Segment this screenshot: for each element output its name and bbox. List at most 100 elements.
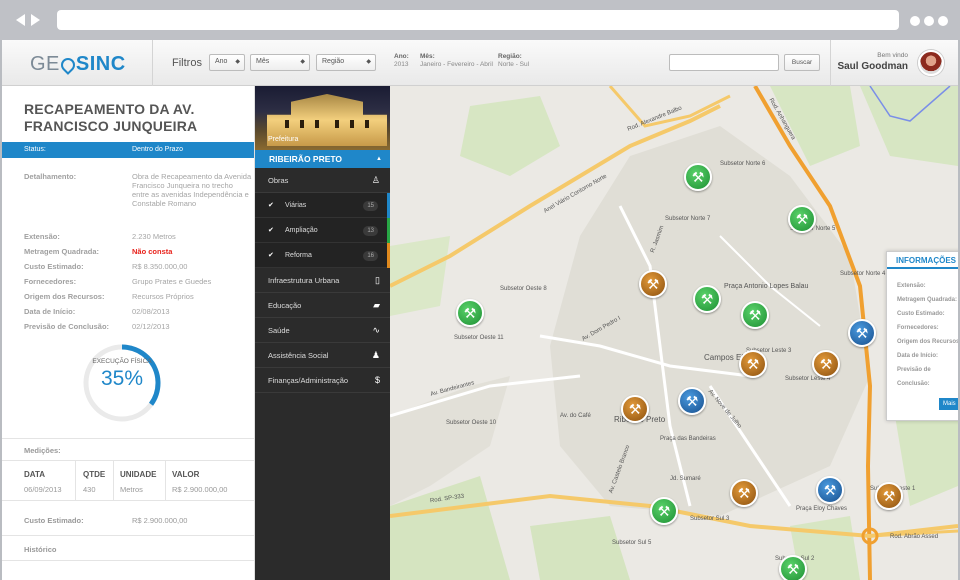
menu-item-label: Infraestrutura Urbana bbox=[268, 276, 340, 285]
filter-month-info: Mês: Janeiro - Fevereiro - Abril bbox=[420, 53, 493, 68]
user-name[interactable]: Saul Goodman bbox=[837, 61, 908, 72]
divider bbox=[2, 438, 254, 439]
map-marker-green[interactable]: ⚒ bbox=[788, 205, 816, 233]
people-icon: ♟ bbox=[371, 350, 380, 360]
map-label: Subsetor Sul 5 bbox=[612, 540, 652, 546]
submenu-label: Reforma bbox=[285, 252, 312, 259]
map-marker-orange[interactable]: ⚒ bbox=[730, 479, 758, 507]
year-select-value: Ano bbox=[215, 58, 228, 65]
map-marker-orange[interactable]: ⚒ bbox=[739, 350, 767, 378]
table-header: VALOR bbox=[172, 470, 200, 479]
map-marker-green[interactable]: ⚒ bbox=[779, 555, 807, 580]
more-button[interactable]: Mais bbox=[939, 398, 958, 410]
info-panel-title: INFORMAÇÕES bbox=[887, 252, 958, 269]
info-field-label: Extensão: bbox=[897, 283, 926, 289]
user-welcome: Bem vindo Saul Goodman bbox=[837, 52, 908, 72]
map-label: Praça das Bandeiras bbox=[660, 436, 716, 442]
menu-item-saude[interactable]: Saúde ∿ bbox=[255, 318, 390, 343]
heartbeat-icon: ∿ bbox=[372, 325, 380, 335]
window-shape bbox=[285, 120, 289, 128]
map-marker-green[interactable]: ⚒ bbox=[456, 299, 484, 327]
divider bbox=[2, 500, 254, 501]
map-marker-green[interactable]: ⚒ bbox=[650, 497, 678, 525]
table-cell: 430 bbox=[83, 485, 96, 494]
map-marker-blue[interactable]: ⚒ bbox=[848, 319, 876, 347]
divider bbox=[830, 40, 831, 86]
historico-label: Histórico bbox=[24, 545, 57, 554]
menu-item-label: Obras bbox=[268, 176, 289, 185]
menu-item-obras[interactable]: Obras ♙ bbox=[255, 168, 390, 193]
status-bar: Status: Dentro do Prazo bbox=[2, 142, 254, 158]
city-name: RIBEIRÃO PRETO bbox=[269, 154, 343, 164]
check-icon: ✔ bbox=[268, 252, 274, 259]
submenu-item-reforma[interactable]: ✔ Reforma 16 bbox=[255, 243, 390, 268]
logo-geo: GE bbox=[30, 53, 60, 75]
map-label: Subsetor Oeste 8 bbox=[500, 286, 547, 292]
submenu-label: Viárias bbox=[285, 202, 307, 209]
filter-year-info: Ano: 2013 bbox=[394, 53, 409, 68]
map-marker-orange[interactable]: ⚒ bbox=[639, 270, 667, 298]
browser-menu-icon[interactable] bbox=[910, 16, 948, 26]
cup-icon: ▯ bbox=[375, 275, 380, 285]
map-marker-blue[interactable]: ⚒ bbox=[678, 387, 706, 415]
map-label: Subsetor Oeste 11 bbox=[454, 335, 504, 341]
search-input[interactable] bbox=[669, 54, 779, 71]
category-menu: RIBEIRÃO PRETO ▲ Obras ♙ ✔ Viárias 15 ✔ Ampli… bbox=[255, 150, 390, 580]
map-label: Subsetor Sul 3 bbox=[690, 516, 730, 522]
back-arrow-icon[interactable] bbox=[16, 14, 25, 26]
city-selector[interactable]: RIBEIRÃO PRETO ▲ bbox=[255, 150, 390, 168]
city-hall-photo: Prefeitura bbox=[255, 86, 405, 150]
month-select[interactable]: Mês ◆ bbox=[250, 54, 310, 71]
year-select[interactable]: Ano ◆ bbox=[209, 54, 245, 71]
menu-item-label: Finanças/Administração bbox=[268, 376, 349, 385]
select-arrow-icon: ◆ bbox=[366, 59, 371, 65]
address-bar[interactable] bbox=[57, 10, 899, 30]
menu-item-financas[interactable]: Finanças/Administração $ bbox=[255, 368, 390, 393]
custo-label: Custo Estimado: bbox=[24, 516, 84, 525]
divider bbox=[2, 460, 254, 461]
info-field-label: Data de Início: bbox=[897, 353, 939, 359]
logo: GE SINC bbox=[30, 53, 126, 76]
menu-item-infraestrutura[interactable]: Infraestrutura Urbana ▯ bbox=[255, 268, 390, 293]
app-header: GE SINC Filtros Ano ◆ Mês ◆ Região ◆ Ano: 20… bbox=[2, 40, 958, 86]
forward-arrow-icon[interactable] bbox=[31, 14, 40, 26]
app-window: GE SINC Filtros Ano ◆ Mês ◆ Região ◆ Ano: 20… bbox=[2, 40, 958, 580]
search-button[interactable]: Buscar bbox=[784, 54, 820, 71]
divider bbox=[113, 460, 114, 500]
map-marker-green[interactable]: ⚒ bbox=[684, 163, 712, 191]
map-label: Jd. Sumaré bbox=[670, 476, 701, 482]
map-label: Subsetor Norte 4 bbox=[840, 271, 886, 277]
map-marker-orange[interactable]: ⚒ bbox=[621, 395, 649, 423]
table-header: DATA bbox=[24, 470, 46, 479]
map-marker-blue[interactable]: ⚒ bbox=[816, 476, 844, 504]
info-field-label: Origem dos Recursos: bbox=[897, 339, 958, 345]
map-marker-green[interactable]: ⚒ bbox=[693, 285, 721, 313]
info-field-label: Fornecedores: bbox=[897, 325, 939, 331]
region-select[interactable]: Região ◆ bbox=[316, 54, 376, 71]
submenu-item-ampliacao[interactable]: ✔ Ampliação 13 bbox=[255, 218, 390, 243]
medicoes-label: Medições: bbox=[24, 446, 61, 455]
map-marker-green[interactable]: ⚒ bbox=[741, 301, 769, 329]
submenu-item-viarias[interactable]: ✔ Viárias 15 bbox=[255, 193, 390, 218]
count-badge: 13 bbox=[363, 226, 378, 236]
map-marker-orange[interactable]: ⚒ bbox=[812, 350, 840, 378]
count-badge: 16 bbox=[363, 251, 378, 261]
info-field-label: Metragem Quadrada: bbox=[897, 297, 958, 303]
map-label: Subsetor Oeste 10 bbox=[446, 420, 497, 426]
browser-chrome bbox=[0, 0, 960, 40]
menu-item-educacao[interactable]: Educação ▰ bbox=[255, 293, 390, 318]
info-field-label: Previsão de Conclusão: bbox=[897, 367, 931, 387]
map-label: Rod. Abrão Assed bbox=[890, 534, 939, 540]
welcome-text: Bem vindo bbox=[877, 52, 908, 59]
map-marker-orange[interactable]: ⚒ bbox=[875, 482, 903, 510]
avatar[interactable] bbox=[918, 50, 944, 76]
gauge-percent: 35% bbox=[100, 367, 144, 390]
gauge-label: EXECUÇÃO FÍSICA bbox=[92, 358, 152, 365]
map-view[interactable]: Rod. Alexandre Balbo Rod. Anhanguera Ane… bbox=[390, 86, 958, 580]
browser-nav bbox=[16, 14, 40, 26]
status-badge: Dentro do Prazo bbox=[132, 146, 183, 153]
map-label: Praça Eloy Chaves bbox=[796, 506, 848, 512]
region-select-value: Região bbox=[322, 58, 345, 65]
menu-item-assistencia-social[interactable]: Assistência Social ♟ bbox=[255, 343, 390, 368]
map-pin-icon bbox=[58, 54, 78, 75]
